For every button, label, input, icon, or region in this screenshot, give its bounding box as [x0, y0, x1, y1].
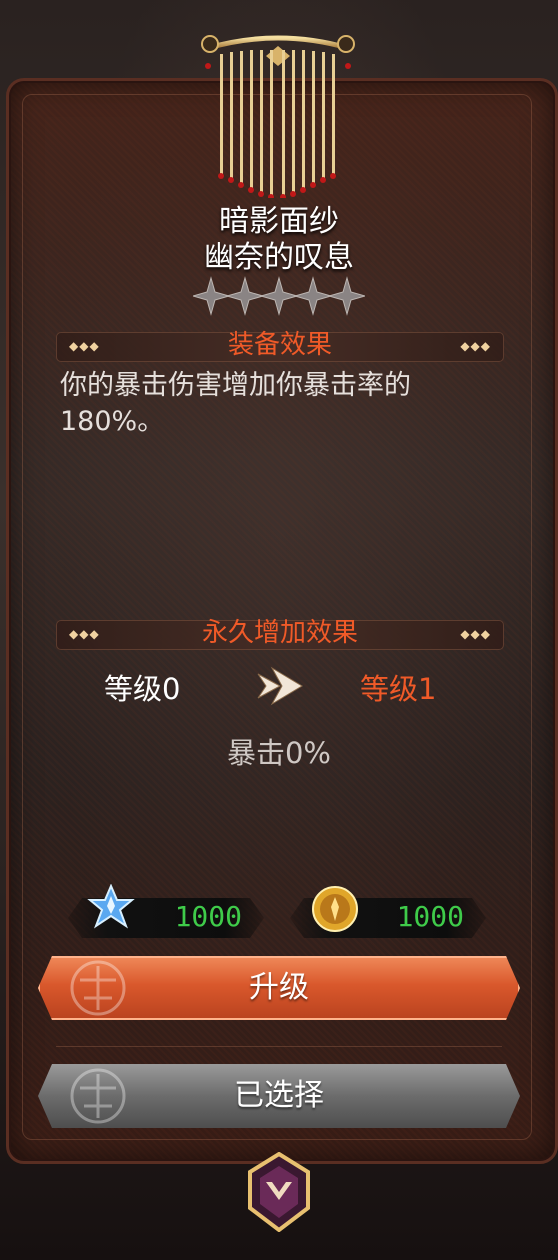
- star-icon: [327, 276, 365, 316]
- item-subtitle: 幽奈的叹息: [204, 240, 354, 275]
- permanent-effect-title: 永久增加效果: [201, 618, 358, 648]
- star-icon: [193, 276, 231, 316]
- next-level: 等级1: [360, 672, 437, 706]
- cost-gold-value: 1000: [396, 900, 464, 933]
- selected-button-label: 已选择: [234, 1078, 324, 1113]
- shadow-veil-item-icon: [201, 35, 355, 198]
- ornament-dots-icon: ◆◆◆: [460, 339, 491, 353]
- class-emblem-icon: [248, 1152, 310, 1232]
- star-icon: [293, 276, 333, 316]
- equip-effect-description: 你的暴击伤害增加你暴击率的180%。: [60, 370, 411, 437]
- divider: [56, 1046, 502, 1047]
- star-icon: [259, 276, 299, 316]
- star-icon: [225, 276, 265, 316]
- level-up-arrow-icon: [257, 666, 303, 706]
- cost-crystal-value: 1000: [174, 900, 242, 933]
- stat-bonus: 暴击0%: [226, 736, 331, 770]
- selected-button[interactable]: 已选择: [38, 1064, 520, 1128]
- gold-coin-icon: [312, 886, 358, 932]
- permanent-effect-header: ◆◆◆ 永久增加效果 ◆◆◆: [56, 618, 504, 650]
- current-level: 等级0: [104, 672, 181, 706]
- upgrade-button[interactable]: 升级: [38, 956, 520, 1020]
- star-rating: [193, 276, 365, 316]
- upgrade-button-label: 升级: [249, 970, 309, 1005]
- blue-star-crystal-icon: [87, 884, 135, 929]
- emblem-icon: [68, 958, 128, 1018]
- ornament-dots-icon: ◆◆◆: [460, 627, 491, 641]
- equip-effect-header: ◆◆◆ 装备效果 ◆◆◆: [56, 330, 504, 362]
- item-name: 暗影面纱: [219, 204, 339, 239]
- emblem-icon: [68, 1066, 128, 1126]
- equip-effect-title: 装备效果: [227, 330, 332, 360]
